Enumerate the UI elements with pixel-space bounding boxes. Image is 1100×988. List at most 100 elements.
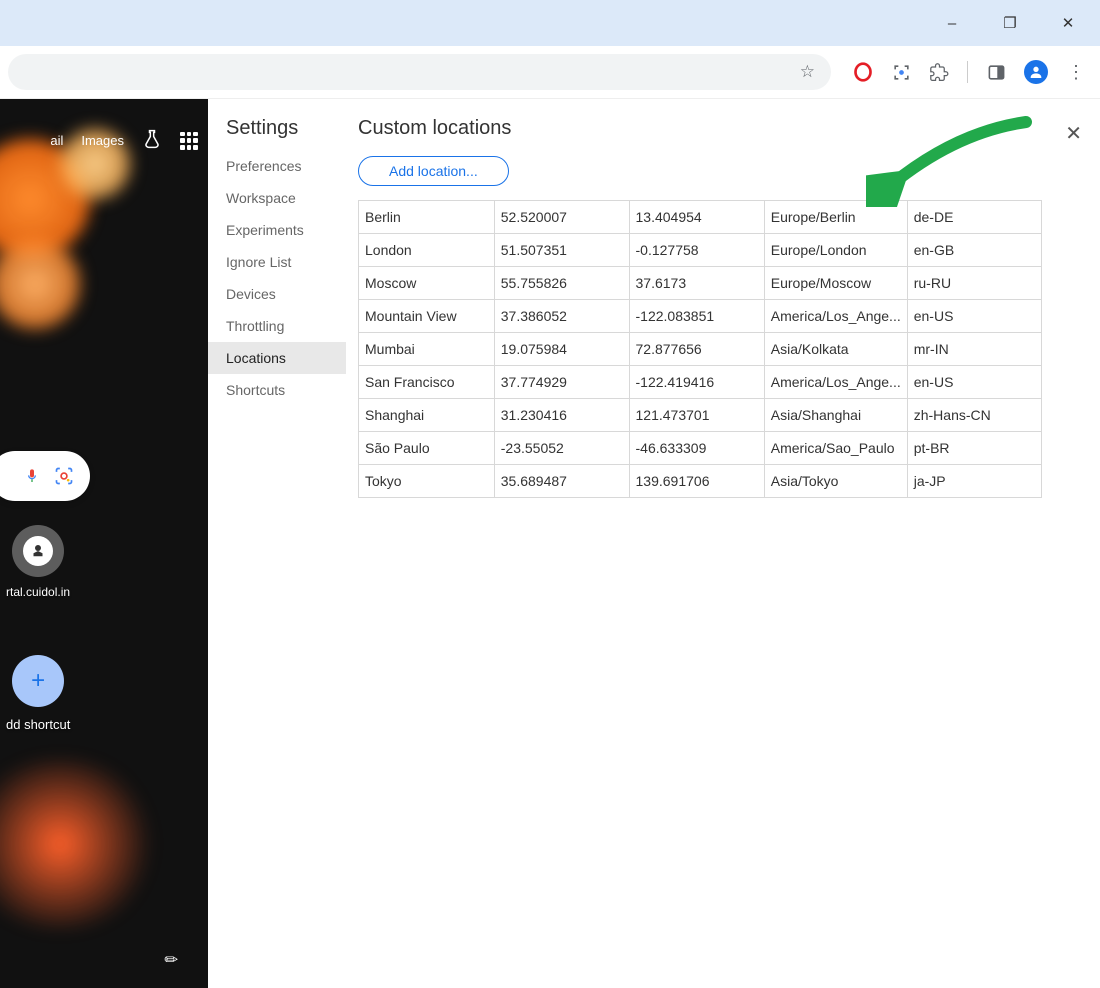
- table-row[interactable]: Tokyo35.689487139.691706Asia/Tokyoja-JP: [359, 465, 1042, 498]
- window-minimize[interactable]: –: [936, 8, 968, 38]
- table-cell-name: Mumbai: [359, 333, 495, 366]
- table-cell-name: London: [359, 234, 495, 267]
- address-bar[interactable]: ☆: [8, 54, 831, 90]
- table-cell-lon: -122.083851: [629, 300, 764, 333]
- panel-title: Custom locations: [358, 117, 511, 140]
- background-page: ail Images rtal.cuidol.in + dd shortcut: [0, 99, 208, 988]
- extensions-icon[interactable]: [929, 62, 949, 82]
- table-cell-locale: pt-BR: [907, 432, 1041, 465]
- table-row[interactable]: Moscow55.75582637.6173Europe/Moscowru-RU: [359, 267, 1042, 300]
- table-cell-lat: 52.520007: [494, 201, 629, 234]
- search-tools: [0, 451, 90, 501]
- table-row[interactable]: Mumbai19.07598472.877656Asia/Kolkatamr-I…: [359, 333, 1042, 366]
- add-shortcut-label: dd shortcut: [6, 717, 70, 732]
- table-cell-lat: 35.689487: [494, 465, 629, 498]
- page-shortcut-tile[interactable]: rtal.cuidol.in: [6, 525, 70, 599]
- bookmark-star-icon[interactable]: ☆: [800, 62, 815, 82]
- table-cell-locale: ru-RU: [907, 267, 1041, 300]
- main-content: ail Images rtal.cuidol.in + dd shortcut: [0, 99, 1100, 988]
- table-cell-tz: Asia/Shanghai: [764, 399, 907, 432]
- table-cell-tz: Europe/Berlin: [764, 201, 907, 234]
- table-row[interactable]: Berlin52.52000713.404954Europe/Berlinde-…: [359, 201, 1042, 234]
- table-cell-lat: 55.755826: [494, 267, 629, 300]
- table-row[interactable]: São Paulo-23.55052-46.633309America/Sao_…: [359, 432, 1042, 465]
- window-maximize[interactable]: ❐: [994, 8, 1026, 38]
- table-cell-locale: en-US: [907, 366, 1041, 399]
- close-icon[interactable]: ✕: [1057, 117, 1090, 150]
- images-link[interactable]: Images: [81, 133, 124, 148]
- locations-panel: Custom locations ✕ Add location... Berli…: [346, 99, 1100, 988]
- toolbar-separator: [967, 61, 968, 83]
- window-close[interactable]: ✕: [1052, 8, 1084, 38]
- table-cell-lat: -23.55052: [494, 432, 629, 465]
- table-cell-locale: en-GB: [907, 234, 1041, 267]
- table-cell-lon: 139.691706: [629, 465, 764, 498]
- table-cell-name: Shanghai: [359, 399, 495, 432]
- sidebar-item-workspace[interactable]: Workspace: [208, 182, 346, 214]
- table-cell-tz: Europe/Moscow: [764, 267, 907, 300]
- table-cell-lon: 13.404954: [629, 201, 764, 234]
- table-cell-locale: zh-Hans-CN: [907, 399, 1041, 432]
- table-cell-name: Tokyo: [359, 465, 495, 498]
- table-cell-lat: 51.507351: [494, 234, 629, 267]
- table-cell-lat: 37.386052: [494, 300, 629, 333]
- table-row[interactable]: Mountain View37.386052-122.083851America…: [359, 300, 1042, 333]
- google-apps-icon[interactable]: [180, 132, 198, 150]
- lens-extension-icon[interactable]: [891, 62, 911, 82]
- google-lens-icon[interactable]: [54, 466, 74, 486]
- sidepanel-icon[interactable]: [986, 62, 1006, 82]
- sidebar-item-shortcuts[interactable]: Shortcuts: [208, 374, 346, 406]
- table-cell-tz: Asia/Tokyo: [764, 465, 907, 498]
- table-cell-lon: 121.473701: [629, 399, 764, 432]
- table-cell-locale: ja-JP: [907, 465, 1041, 498]
- devtools-settings: Settings PreferencesWorkspaceExperiments…: [208, 99, 1100, 988]
- table-cell-lon: 37.6173: [629, 267, 764, 300]
- sidebar-item-devices[interactable]: Devices: [208, 278, 346, 310]
- table-cell-lon: -46.633309: [629, 432, 764, 465]
- table-cell-lat: 31.230416: [494, 399, 629, 432]
- table-cell-lon: -0.127758: [629, 234, 764, 267]
- table-cell-name: Moscow: [359, 267, 495, 300]
- window-titlebar: – ❐ ✕: [0, 0, 1100, 46]
- table-cell-lon: 72.877656: [629, 333, 764, 366]
- table-cell-tz: Europe/London: [764, 234, 907, 267]
- table-row[interactable]: Shanghai31.230416121.473701Asia/Shanghai…: [359, 399, 1042, 432]
- customize-pencil-icon[interactable]: ✎: [159, 948, 183, 972]
- labs-icon[interactable]: [142, 129, 162, 152]
- table-row[interactable]: San Francisco37.774929-122.419416America…: [359, 366, 1042, 399]
- table-cell-lat: 19.075984: [494, 333, 629, 366]
- settings-sidebar: Settings PreferencesWorkspaceExperiments…: [208, 99, 346, 988]
- sidebar-item-throttling[interactable]: Throttling: [208, 310, 346, 342]
- gmail-link[interactable]: ail: [50, 133, 63, 148]
- table-cell-name: Mountain View: [359, 300, 495, 333]
- page-top-links: ail Images: [50, 129, 198, 152]
- sidebar-item-ignore-list[interactable]: Ignore List: [208, 246, 346, 278]
- table-cell-name: Berlin: [359, 201, 495, 234]
- table-cell-locale: de-DE: [907, 201, 1041, 234]
- kebab-menu-icon[interactable]: ⋮: [1066, 62, 1086, 82]
- table-cell-tz: America/Sao_Paulo: [764, 432, 907, 465]
- sidebar-item-locations[interactable]: Locations: [208, 342, 346, 374]
- add-location-button[interactable]: Add location...: [358, 156, 509, 186]
- settings-title: Settings: [208, 117, 346, 140]
- browser-toolbar: ☆ ⋮: [0, 46, 1100, 99]
- table-cell-lat: 37.774929: [494, 366, 629, 399]
- opera-icon[interactable]: [853, 62, 873, 82]
- table-cell-locale: en-US: [907, 300, 1041, 333]
- sidebar-item-experiments[interactable]: Experiments: [208, 214, 346, 246]
- microphone-icon[interactable]: [24, 466, 40, 486]
- table-cell-name: San Francisco: [359, 366, 495, 399]
- toolbar-extensions: ⋮: [839, 60, 1100, 84]
- profile-avatar-icon[interactable]: [1024, 60, 1048, 84]
- table-cell-name: São Paulo: [359, 432, 495, 465]
- table-cell-tz: America/Los_Ange...: [764, 300, 907, 333]
- table-row[interactable]: London51.507351-0.127758Europe/Londonen-…: [359, 234, 1042, 267]
- table-cell-locale: mr-IN: [907, 333, 1041, 366]
- table-cell-tz: Asia/Kolkata: [764, 333, 907, 366]
- shortcut-label: rtal.cuidol.in: [6, 585, 70, 599]
- locations-table: Berlin52.52000713.404954Europe/Berlinde-…: [358, 200, 1042, 498]
- sidebar-item-preferences[interactable]: Preferences: [208, 150, 346, 182]
- add-shortcut-tile[interactable]: + dd shortcut: [6, 655, 70, 732]
- table-cell-lon: -122.419416: [629, 366, 764, 399]
- table-cell-tz: America/Los_Ange...: [764, 366, 907, 399]
